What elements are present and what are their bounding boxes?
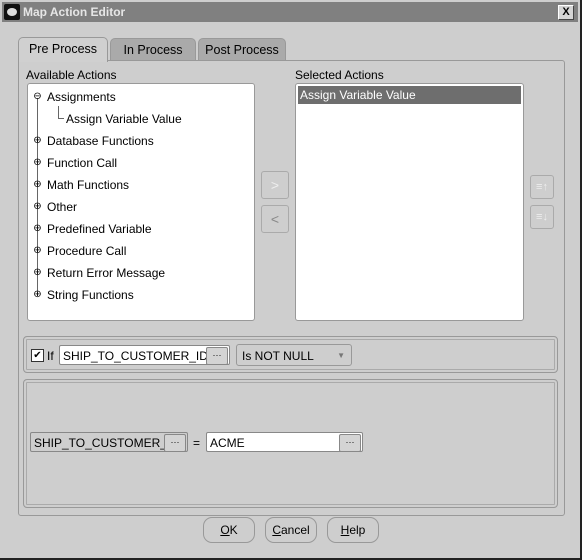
close-button[interactable]: X — [558, 5, 574, 20]
expand-icon[interactable]: ⊕ — [33, 224, 42, 234]
expand-icon[interactable]: ⊕ — [33, 158, 42, 168]
tab-post-process[interactable]: Post Process — [198, 38, 286, 61]
expand-icon[interactable]: ⊕ — [33, 180, 42, 190]
condition-field-browse-button[interactable]: ··· — [206, 347, 228, 364]
target-browse-button[interactable]: ··· — [164, 434, 186, 451]
move-down-icon: ≡↓ — [536, 211, 548, 223]
chevron-left-icon: < — [270, 211, 280, 227]
app-icon — [4, 4, 20, 20]
available-actions-label: Available Actions — [26, 68, 117, 82]
condition-checkbox[interactable]: ✔ — [31, 349, 44, 362]
selected-actions-list[interactable]: Assign Variable Value — [295, 83, 524, 321]
tree-line — [58, 106, 59, 118]
source-browse-button[interactable]: ··· — [339, 434, 361, 451]
selected-action-item[interactable]: Assign Variable Value — [298, 86, 521, 104]
expand-icon[interactable]: ⊕ — [33, 290, 42, 300]
expand-icon[interactable]: ⊕ — [33, 268, 42, 278]
if-label: If — [47, 349, 54, 363]
collapse-icon[interactable]: ⊖ — [33, 92, 42, 102]
dropdown-arrow-icon: ▼ — [337, 351, 345, 360]
cancel-button[interactable]: Cancel — [265, 517, 317, 543]
expand-icon[interactable]: ⊕ — [33, 246, 42, 256]
move-up-icon: ≡↑ — [536, 181, 548, 193]
tab-pre-process[interactable]: Pre Process — [18, 37, 108, 62]
tab-in-process[interactable]: In Process — [110, 38, 196, 61]
help-button[interactable]: Help — [327, 517, 379, 543]
remove-action-button[interactable]: < — [261, 205, 289, 233]
selected-actions-label: Selected Actions — [295, 68, 384, 82]
ok-button[interactable]: OK — [203, 517, 255, 543]
assignment-source-input[interactable]: ACME ··· — [206, 432, 363, 452]
chevron-right-icon: > — [270, 177, 280, 193]
map-action-editor-window: Map Action Editor X Pre Process In Proce… — [0, 0, 582, 560]
add-action-button[interactable]: > — [261, 171, 289, 199]
equals-label: = — [193, 436, 201, 450]
expand-icon[interactable]: ⊕ — [33, 136, 42, 146]
move-up-button[interactable]: ≡↑ — [530, 175, 554, 199]
tree-line — [58, 118, 64, 119]
available-actions-tree[interactable]: ⊖ Assignments Assign Variable Value ⊕ Da… — [27, 83, 255, 321]
expand-icon[interactable]: ⊕ — [33, 202, 42, 212]
title-bar: Map Action Editor X — [2, 2, 578, 22]
move-down-button[interactable]: ≡↓ — [530, 205, 554, 229]
condition-field-input[interactable]: SHIP_TO_CUSTOMER_ID ··· — [59, 345, 230, 365]
assignment-target-input[interactable]: SHIP_TO_CUSTOMER_ ··· — [30, 432, 188, 452]
operator-select[interactable]: Is NOT NULL ▼ — [236, 344, 352, 366]
window-title: Map Action Editor — [23, 5, 126, 19]
